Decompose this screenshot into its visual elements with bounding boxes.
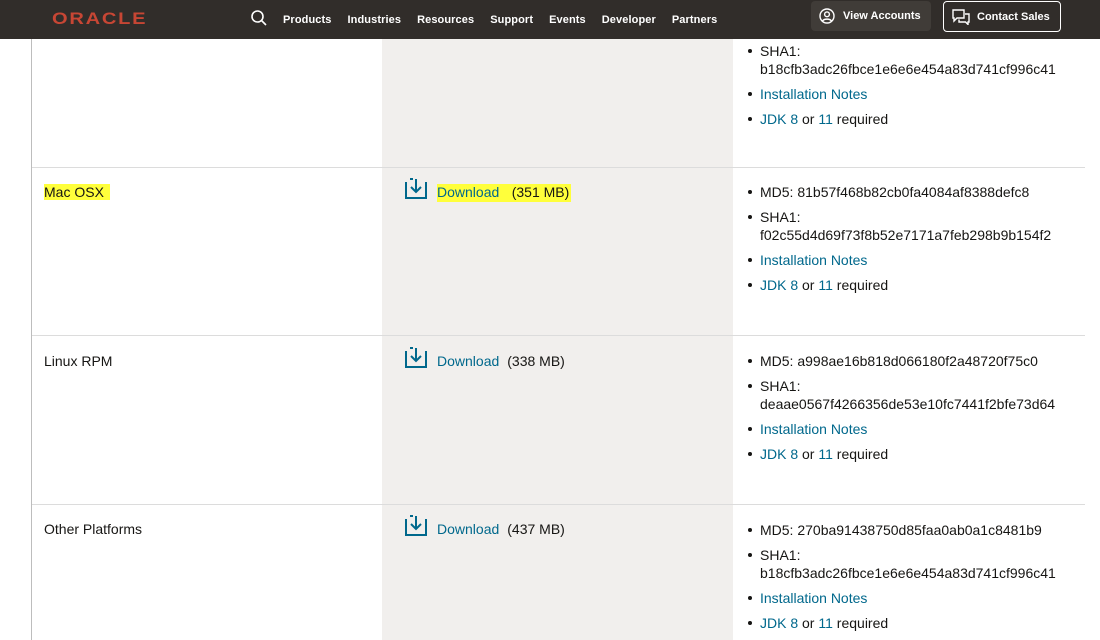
jdk-requirement-item: JDK 8 or 11 required [746,110,1076,128]
jdk8-link[interactable]: JDK 8 [760,111,798,127]
download-link[interactable]: Download [437,521,499,537]
account-icon [819,8,835,24]
install-notes-item: Installation Notes [746,251,1076,269]
nav-support[interactable]: Support [490,14,533,26]
file-size: (338 MB) [507,353,565,369]
nav-events[interactable]: Events [549,14,586,26]
jdk8-link[interactable]: JDK 8 [760,615,798,631]
checksum-list: MD5: 270ba91438750d85faa0ab0a1c8481b9 SH… [746,521,1076,639]
download-icon[interactable] [404,515,428,537]
checksum-list: MD5: a998ae16b818d066180f2a48720f75c0 SH… [746,352,1076,470]
download-icon[interactable] [404,178,428,200]
platform-label: Linux RPM [44,353,113,369]
main-nav: Products Industries Resources Support Ev… [283,0,733,39]
contact-sales-label: Contact Sales [977,10,1050,23]
download-icon[interactable] [404,347,428,369]
sha1-item: SHA1: f02c55d4d69f73f8b52e7171a7feb298b9… [746,208,1076,244]
download-cell: Download (338 MB) [404,347,565,369]
row-divider [32,504,1085,505]
download-cell: Download (351 MB) [404,178,572,202]
sha1-label: SHA1: [760,378,801,394]
installation-notes-link[interactable]: Installation Notes [760,86,867,102]
required-text: required [836,446,889,462]
sha1-label: SHA1: [760,209,801,225]
jdk8-link[interactable]: JDK 8 [760,446,798,462]
jdk-requirement-item: JDK 8 or 11 required [746,276,1076,294]
md5-item: MD5: 81b57f468b82cb0fa4084af8388defc8 [746,183,1076,201]
sha1-value: b18cfb3adc26fbce1e6e6e454a83d741cf996c41 [760,61,1056,77]
download-cell: Download (437 MB) [404,515,565,537]
md5-value: MD5: 270ba91438750d85faa0ab0a1c8481b9 [760,522,1042,538]
download-link[interactable]: Download [437,184,499,200]
sha1-label: SHA1: [760,547,801,563]
sha1-value: f02c55d4d69f73f8b52e7171a7feb298b9b154f2 [760,227,1052,243]
md5-item: MD5: a998ae16b818d066180f2a48720f75c0 [746,352,1076,370]
or-text: or [802,446,815,462]
download-column-bg [382,39,733,640]
installation-notes-link[interactable]: Installation Notes [760,421,867,437]
installation-notes-link[interactable]: Installation Notes [760,252,867,268]
md5-value: MD5: a998ae16b818d066180f2a48720f75c0 [760,353,1038,369]
install-notes-item: Installation Notes [746,85,1076,103]
checksum-list: SHA1: b18cfb3adc26fbce1e6e6e454a83d741cf… [746,42,1076,135]
nav-resources[interactable]: Resources [417,14,474,26]
table-left-border [31,39,32,640]
jdk-requirement-item: JDK 8 or 11 required [746,614,1076,632]
sha1-label: SHA1: [760,43,801,59]
required-text: required [836,277,889,293]
platform-label: Mac OSX [44,184,110,200]
oracle-logo[interactable]: ORACLE [52,9,147,29]
platform-label: Other Platforms [44,521,143,537]
download-highlight: Download (351 MB) [437,184,572,202]
site-header: ORACLE Products Industries Resources Sup… [0,0,1100,39]
nav-developer[interactable]: Developer [602,14,656,26]
file-size: (351 MB) [511,184,570,200]
jdk11-link[interactable]: 11 [818,446,833,462]
or-text: or [802,111,815,127]
sha1-value: deaae0567f4266356de53e10fc7441f2bfe73d64 [760,396,1056,412]
or-text: or [802,277,815,293]
nav-partners[interactable]: Partners [672,14,717,26]
sha1-item: SHA1: b18cfb3adc26fbce1e6e6e454a83d741cf… [746,42,1076,78]
download-link[interactable]: Download [437,353,499,369]
installation-notes-link[interactable]: Installation Notes [760,590,867,606]
or-text: or [802,615,815,631]
required-text: required [836,111,889,127]
nav-industries[interactable]: Industries [347,14,401,26]
nav-products[interactable]: Products [283,14,331,26]
row-divider [32,335,1085,336]
install-notes-item: Installation Notes [746,589,1076,607]
jdk8-link[interactable]: JDK 8 [760,277,798,293]
required-text: required [836,615,889,631]
jdk11-link[interactable]: 11 [818,277,833,293]
jdk11-link[interactable]: 11 [818,615,833,631]
sha1-item: SHA1: b18cfb3adc26fbce1e6e6e454a83d741cf… [746,546,1076,582]
view-accounts-button[interactable]: View Accounts [811,1,931,31]
md5-item: MD5: 270ba91438750d85faa0ab0a1c8481b9 [746,521,1076,539]
contact-sales-button[interactable]: Contact Sales [943,1,1061,32]
file-size: (437 MB) [507,521,565,537]
md5-value: MD5: 81b57f468b82cb0fa4084af8388defc8 [760,184,1030,200]
row-divider [32,167,1085,168]
sha1-value: b18cfb3adc26fbce1e6e6e454a83d741cf996c41 [760,565,1056,581]
checksum-list: MD5: 81b57f468b82cb0fa4084af8388defc8 SH… [746,183,1076,301]
view-accounts-label: View Accounts [843,10,921,22]
chat-icon [952,8,970,25]
sha1-item: SHA1: deaae0567f4266356de53e10fc7441f2bf… [746,377,1076,413]
install-notes-item: Installation Notes [746,420,1076,438]
jdk11-link[interactable]: 11 [818,111,833,127]
jdk-requirement-item: JDK 8 or 11 required [746,445,1076,463]
search-icon[interactable] [250,9,268,27]
